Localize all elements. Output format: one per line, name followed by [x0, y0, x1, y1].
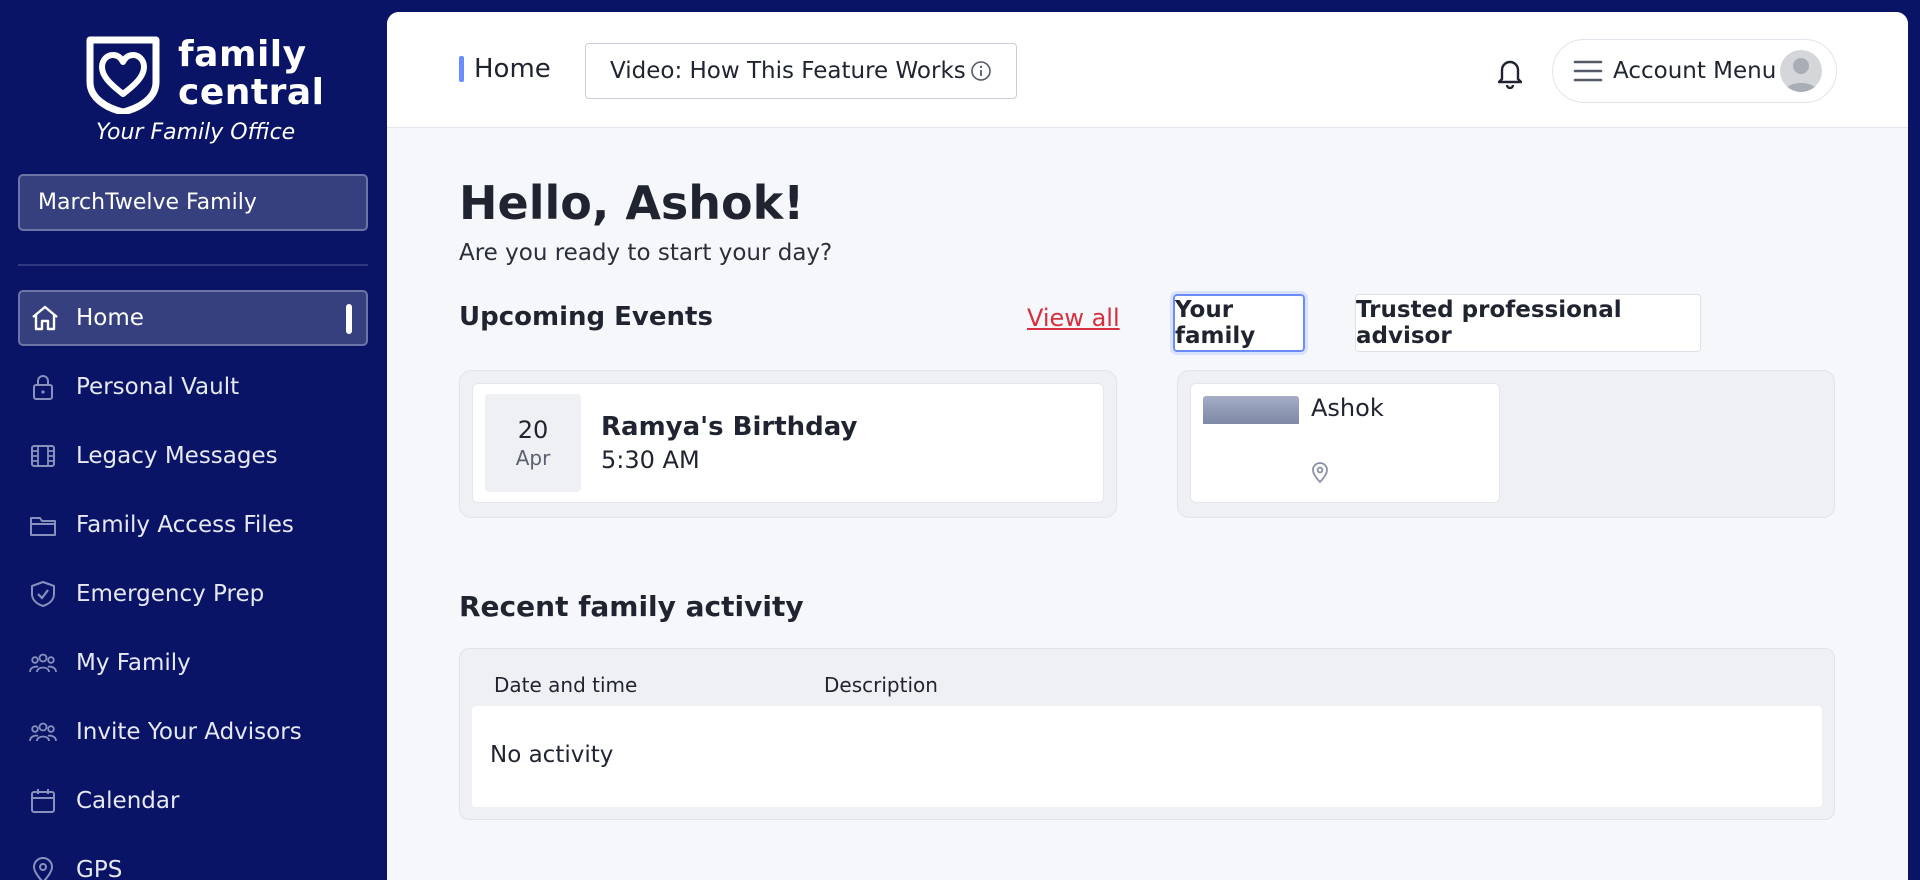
sidebar-item-family-access-files[interactable]: Family Access Files — [18, 497, 368, 553]
notification-bell-icon[interactable] — [1494, 55, 1526, 89]
user-avatar-icon — [1785, 58, 1817, 92]
event-date-month: Apr — [515, 446, 551, 470]
shield-check-icon — [31, 581, 55, 607]
sidebar-item-label: Home — [76, 305, 144, 331]
event-time: 5:30 AM — [601, 446, 700, 474]
calendar-icon — [31, 789, 55, 813]
activity-table-body: No activity — [472, 706, 1822, 807]
breadcrumb-accent — [459, 56, 464, 82]
account-menu-label: Account Menu — [1613, 58, 1777, 84]
active-indicator — [346, 304, 352, 334]
sidebar-nav: Home Personal Vault Legacy Messages Fami… — [18, 290, 368, 880]
sidebar-item-emergency-prep[interactable]: Emergency Prep — [18, 566, 368, 622]
sidebar-item-my-family[interactable]: My Family — [18, 635, 368, 691]
sidebar-item-calendar[interactable]: Calendar — [18, 773, 368, 829]
column-header-date: Date and time — [494, 673, 638, 697]
people-icon — [29, 653, 57, 673]
sidebar-item-invite-your-advisors[interactable]: Invite Your Advisors — [18, 704, 368, 760]
tab-trusted-professional-advisor[interactable]: Trusted professional advisor — [1355, 294, 1701, 352]
event-card[interactable]: 20 Apr Ramya's Birthday 5:30 AM — [472, 383, 1104, 503]
family-member-card[interactable]: Ashok — [1190, 383, 1500, 503]
family-central-logo[interactable]: family central Your Family Office — [84, 34, 324, 154]
sidebar-divider — [18, 264, 368, 266]
sidebar-item-label: Legacy Messages — [76, 443, 278, 469]
sidebar-item-legacy-messages[interactable]: Legacy Messages — [18, 428, 368, 484]
main-panel: Home Video: How This Feature Works Accou… — [387, 12, 1908, 880]
account-menu-button[interactable]: Account Menu — [1552, 39, 1837, 103]
greeting-subtitle: Are you ready to start your day? — [459, 240, 833, 266]
recent-activity-title: Recent family activity — [459, 590, 804, 623]
sidebar-item-label: Personal Vault — [76, 374, 240, 400]
event-name: Ramya's Birthday — [601, 412, 858, 442]
video-how-it-works-button[interactable]: Video: How This Feature Works — [585, 43, 1017, 99]
event-date: 20 Apr — [485, 394, 581, 492]
member-name: Ashok — [1311, 394, 1384, 422]
tab-your-family[interactable]: Your family — [1170, 291, 1308, 355]
sidebar-item-label: Family Access Files — [76, 512, 294, 538]
upcoming-events-title: Upcoming Events — [459, 302, 713, 332]
greeting-title: Hello, Ashok! — [459, 176, 805, 230]
column-header-description: Description — [824, 673, 938, 697]
folder-icon — [30, 517, 56, 536]
heart-shield-logo-icon — [86, 36, 160, 114]
upcoming-events-panel: 20 Apr Ramya's Birthday 5:30 AM — [459, 370, 1117, 518]
empty-state-text: No activity — [490, 742, 614, 768]
logo-tagline: Your Family Office — [96, 120, 296, 145]
sidebar-item-personal-vault[interactable]: Personal Vault — [18, 359, 368, 415]
event-date-day: 20 — [517, 416, 549, 444]
view-all-events-link[interactable]: View all — [1027, 304, 1120, 332]
sidebar-item-label: Invite Your Advisors — [76, 719, 302, 745]
logo-line-1: family — [178, 34, 307, 75]
logo-wordmark: family central — [178, 36, 324, 112]
sidebar-item-gps[interactable]: GPS — [18, 842, 368, 880]
member-photo — [1203, 396, 1299, 424]
family-selector[interactable]: MarchTwelve Family — [18, 174, 368, 231]
lock-icon — [33, 375, 53, 400]
sidebar-item-home[interactable]: Home — [18, 290, 368, 346]
sidebar-item-label: Emergency Prep — [76, 581, 265, 607]
location-pin-icon — [32, 857, 54, 880]
film-icon — [31, 445, 55, 467]
info-icon — [971, 61, 991, 81]
logo-line-2: central — [178, 72, 325, 113]
sidebar-item-label: Calendar — [76, 788, 180, 814]
family-members-panel: Ashok — [1177, 370, 1835, 518]
location-pin-icon — [1312, 462, 1328, 484]
family-selector-value: MarchTwelve Family — [38, 190, 257, 215]
sidebar-item-label: My Family — [76, 650, 191, 676]
avatar — [1780, 50, 1822, 92]
video-button-label: Video: How This Feature Works — [610, 58, 966, 84]
top-bar: Home Video: How This Feature Works Accou… — [387, 12, 1908, 128]
breadcrumb: Home — [474, 54, 551, 84]
activity-table: Date and time Description No activity — [459, 648, 1835, 820]
home-icon — [32, 305, 58, 331]
sidebar: family central Your Family Office MarchT… — [0, 0, 387, 880]
sidebar-item-label: GPS — [76, 857, 123, 880]
people-icon — [29, 722, 57, 742]
hamburger-menu-icon — [1573, 60, 1603, 82]
